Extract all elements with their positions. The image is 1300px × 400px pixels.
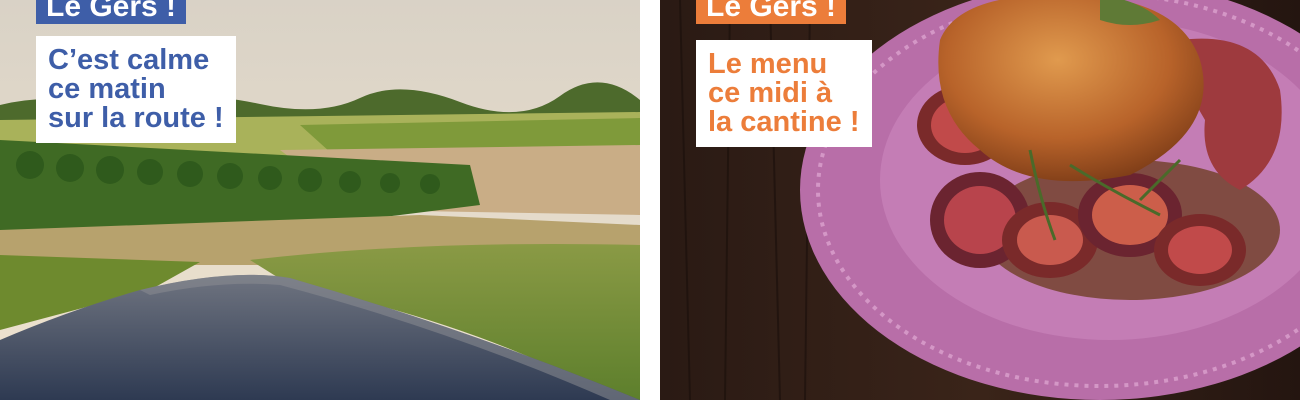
caption-line: Le menu [708, 48, 828, 80]
countryside-road-panel: Le Gers ! C’est calme ce matin sur la ro… [0, 0, 640, 400]
road-caption: C’est calme ce matin sur la route ! [36, 36, 236, 143]
menu-caption: Le menu ce midi à la cantine ! [696, 40, 872, 147]
caption-line: sur la route ! [48, 102, 224, 134]
cantine-menu-panel: Le Gers ! Le menu ce midi à la cantine ! [660, 0, 1300, 400]
caption-line: ce midi à [708, 77, 833, 109]
caption-line: la cantine ! [708, 106, 860, 138]
caption-line: ce matin [48, 73, 166, 105]
tag-le-gers: Le Gers ! [696, 0, 847, 24]
tag-le-gers: Le Gers ! [36, 0, 187, 24]
caption-line: C’est calme [48, 44, 210, 76]
